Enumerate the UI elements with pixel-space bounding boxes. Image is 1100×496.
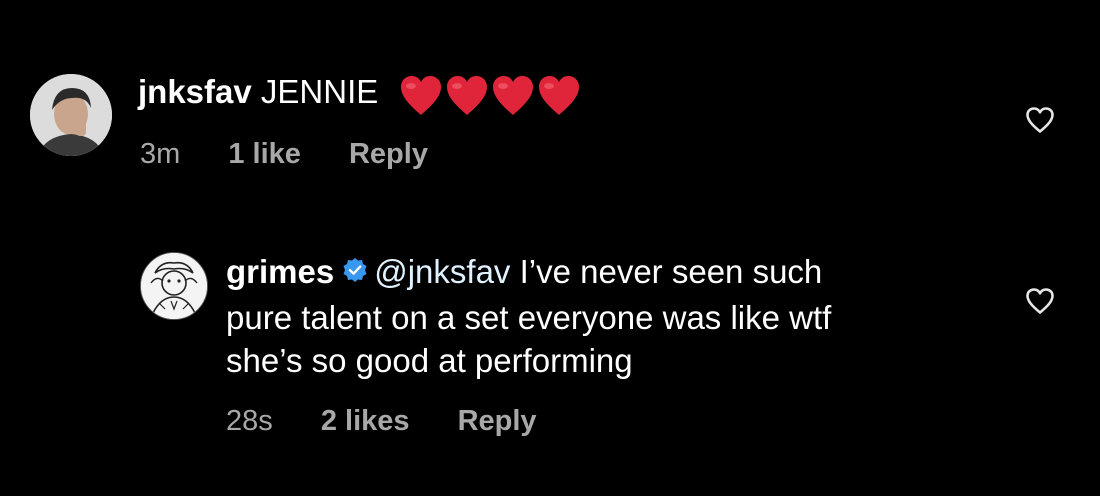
comment-timestamp: 3m — [140, 138, 181, 170]
comment-text: I’ve never seen such — [510, 253, 823, 290]
comment-meta: 3m 1 like Reply — [140, 138, 468, 171]
heart-outline-icon — [1026, 107, 1054, 133]
comment-line-2: pure talent on a set everyone was like w… — [226, 298, 832, 336]
verified-badge-icon — [342, 250, 368, 293]
heart-emoji-icon — [493, 75, 534, 115]
comment-body: jnksfav JENNIE — [138, 70, 583, 117]
reply-button[interactable]: Reply — [349, 138, 428, 170]
comment-meta: 28s 2 likes Reply — [226, 405, 577, 438]
heart-emoji-icon — [539, 75, 580, 115]
avatar-photo-icon — [30, 74, 112, 156]
comment-username[interactable]: jnksfav — [138, 73, 252, 110]
comments-view: jnksfav JENNIE 3m 1 like Reply grimes @j… — [0, 0, 1100, 496]
comment-likes-count[interactable]: 2 likes — [321, 405, 410, 437]
illustrated-avatar-icon — [141, 253, 207, 319]
heart-emoji-icon — [401, 75, 442, 115]
comment-text: JENNIE — [260, 73, 379, 110]
comment-body: grimes @jnksfav I’ve never seen such pur… — [226, 250, 831, 382]
comment-username[interactable]: grimes — [226, 253, 334, 290]
comment-line-3: she’s so good at performing — [226, 341, 633, 379]
avatar[interactable] — [30, 74, 112, 156]
comment-line-1: grimes @jnksfav I’ve never seen such — [226, 250, 831, 296]
avatar[interactable] — [140, 252, 208, 320]
comment-mention-link[interactable]: @jnksfav — [374, 253, 510, 290]
comment-timestamp: 28s — [226, 405, 273, 437]
reply-button[interactable]: Reply — [458, 405, 537, 437]
comment-likes-count[interactable]: 1 like — [228, 138, 301, 170]
heart-emoji-group — [399, 72, 583, 117]
like-button[interactable] — [1025, 106, 1055, 134]
like-button[interactable] — [1025, 287, 1055, 315]
heart-outline-icon — [1026, 288, 1054, 314]
heart-emoji-icon — [447, 75, 488, 115]
